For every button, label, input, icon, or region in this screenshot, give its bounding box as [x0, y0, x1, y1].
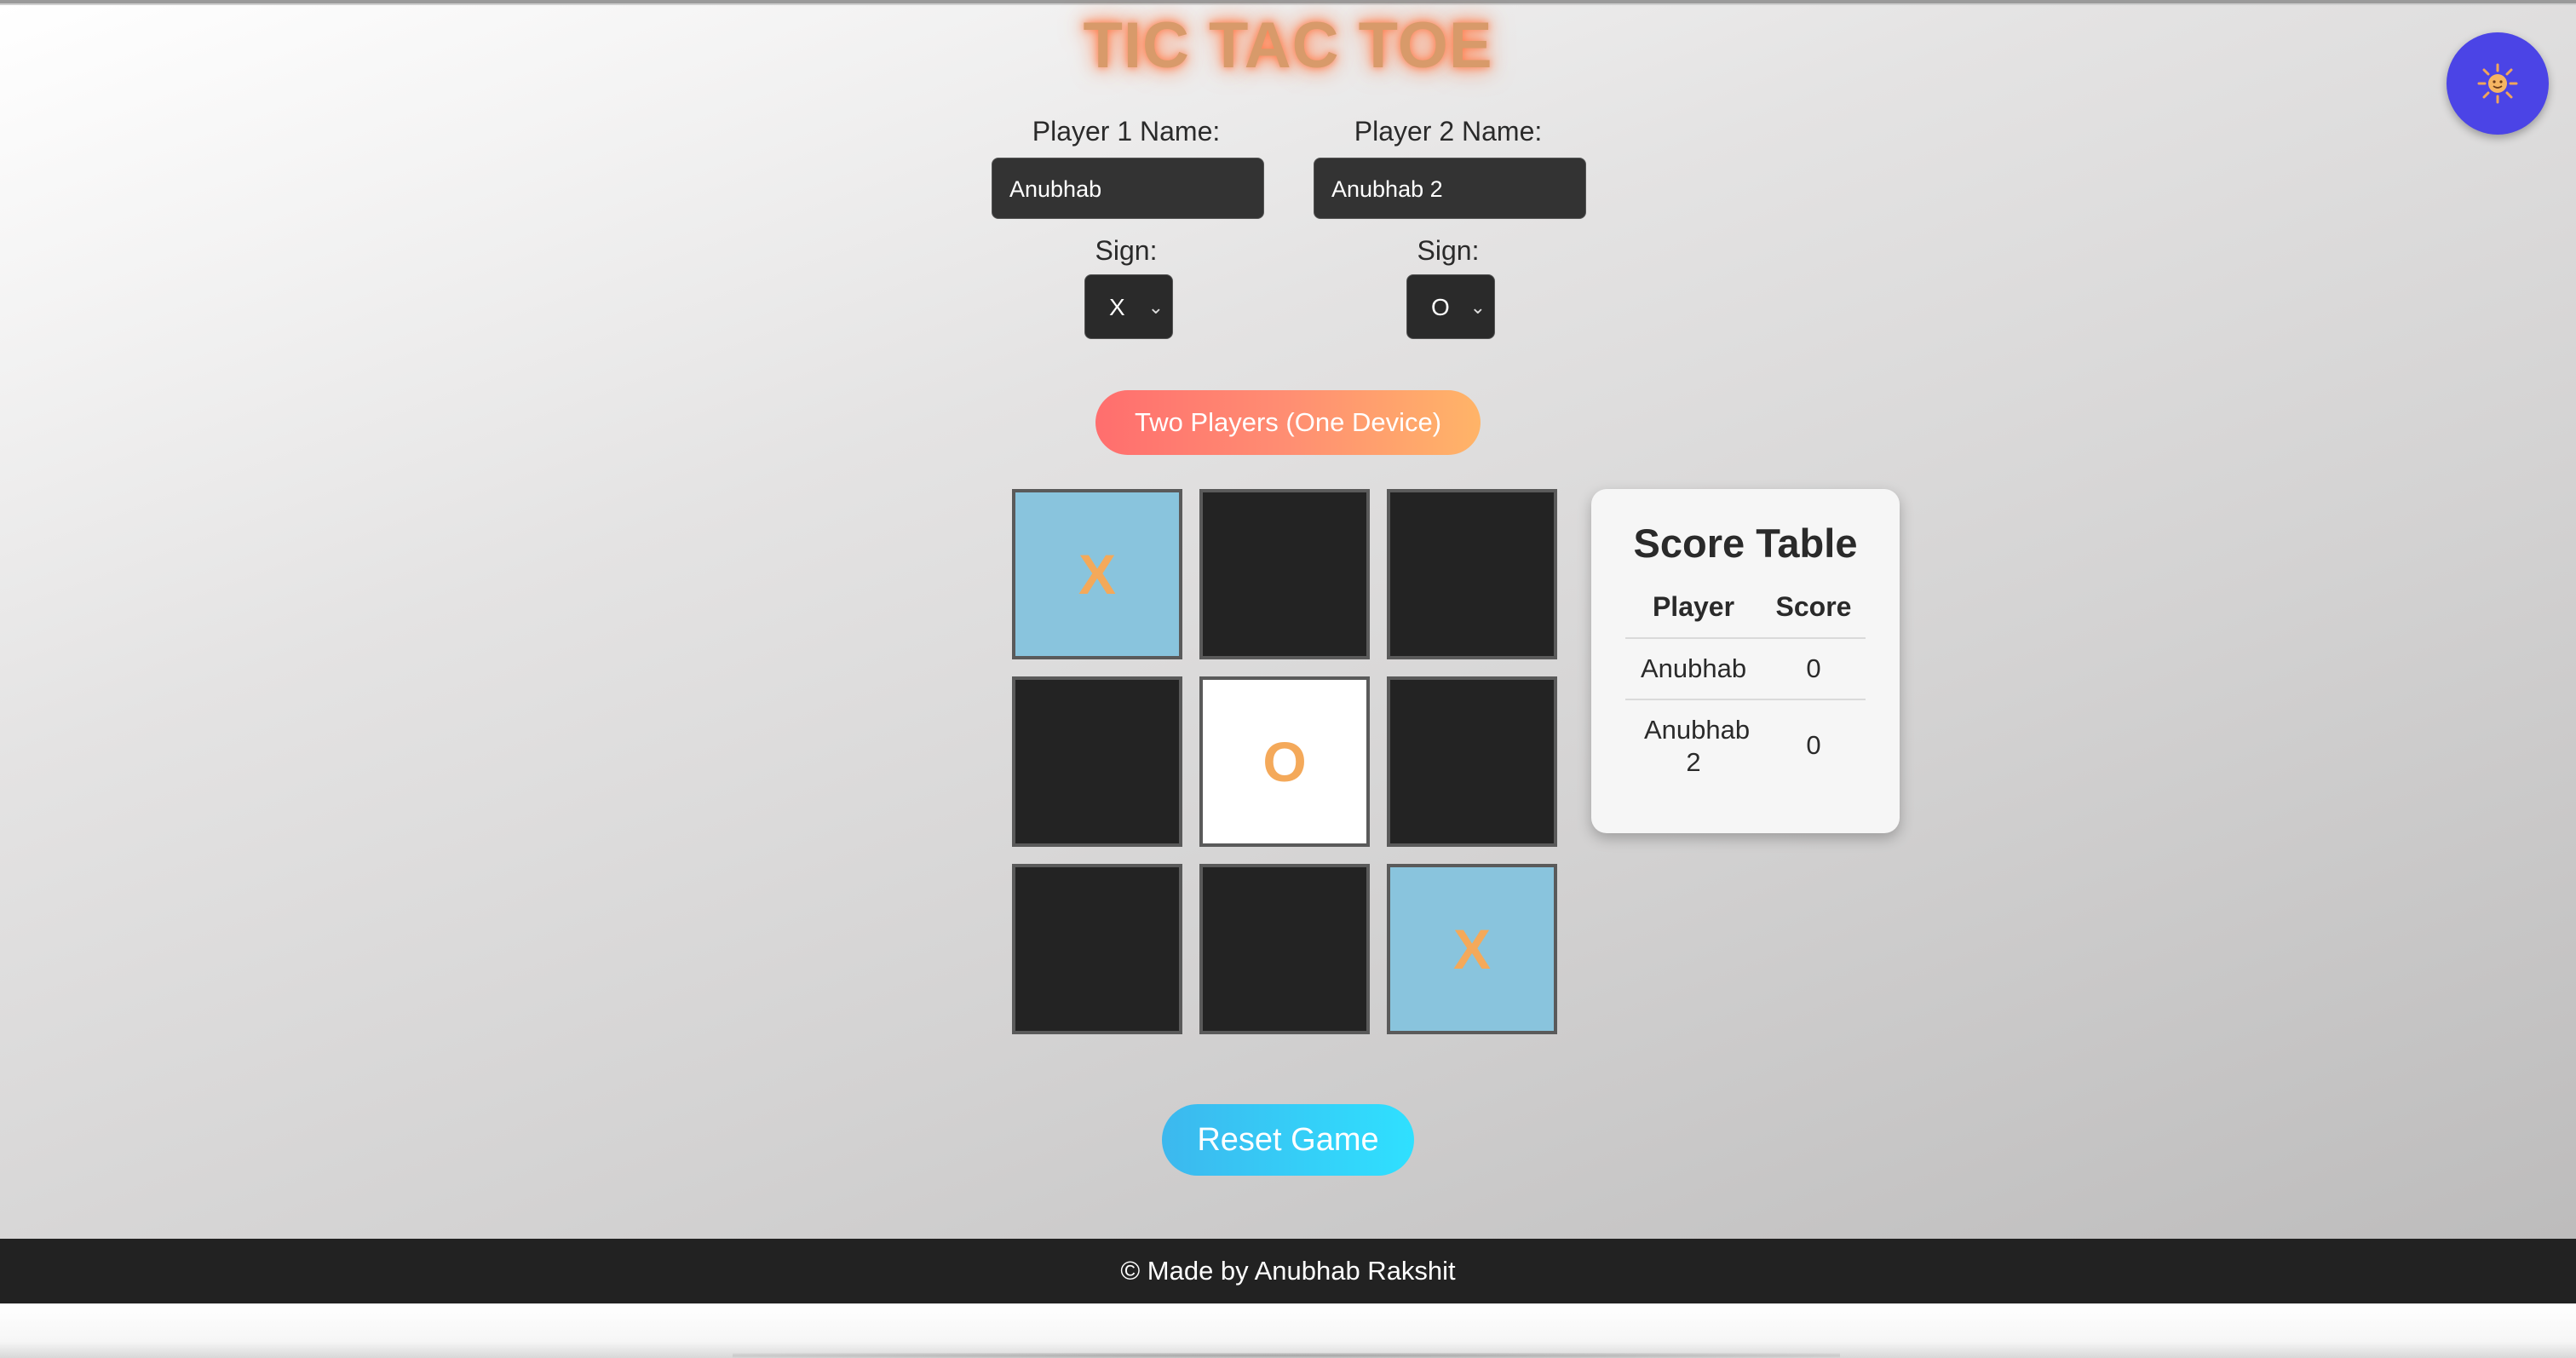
score-table-card: Score Table Player Score Anubhab 0 Anubh…	[1591, 489, 1900, 833]
score-row-player: Anubhab	[1640, 653, 1747, 683]
board-cell-2-1[interactable]	[1199, 864, 1370, 1034]
player2-sign-value: O	[1431, 294, 1450, 320]
score-row-player: Anubhab 2	[1644, 715, 1751, 777]
theme-toggle-button[interactable]	[2447, 32, 2549, 135]
board-cell-1-0[interactable]	[1012, 676, 1182, 847]
board-cell-2-2[interactable]: X	[1387, 864, 1557, 1034]
game-title: TIC TAC TOE	[1083, 9, 1493, 82]
score-divider	[1625, 699, 1866, 700]
player2-sign-select[interactable]: O ⌄	[1406, 274, 1495, 339]
game-mode-button[interactable]: Two Players (One Device)	[1095, 390, 1481, 455]
score-header-score: Score	[1775, 591, 1852, 622]
board-cell-0-0[interactable]: X	[1012, 489, 1182, 659]
player2-name-label: Player 2 Name:	[1354, 116, 1543, 147]
chevron-down-icon: ⌄	[1469, 296, 1486, 318]
score-table-title: Score Table	[1633, 521, 1858, 566]
player1-name-input[interactable]: Anubhab	[992, 158, 1264, 219]
reset-game-button[interactable]: Reset Game	[1162, 1104, 1414, 1176]
player1-sign-label: Sign:	[1095, 235, 1158, 266]
board-cell-1-2[interactable]	[1387, 676, 1557, 847]
chevron-down-icon: ⌄	[1147, 296, 1164, 318]
sun-icon	[2477, 63, 2518, 104]
bottom-shadow	[733, 1353, 1840, 1358]
player1-name-label: Player 1 Name:	[1032, 116, 1221, 147]
board-cell-1-1[interactable]: O	[1199, 676, 1370, 847]
top-edge	[0, 0, 2576, 3]
board-cell-0-2[interactable]	[1387, 489, 1557, 659]
player1-sign-select[interactable]: X ⌄	[1084, 274, 1173, 339]
bottom-strip	[0, 1303, 2576, 1358]
player1-sign-value: X	[1109, 294, 1125, 320]
footer: © Made by Anubhab Rakshit	[0, 1239, 2576, 1303]
score-divider	[1625, 637, 1866, 639]
score-row-score: 0	[1806, 730, 1821, 760]
player2-name-input[interactable]: Anubhab 2	[1314, 158, 1586, 219]
score-row-score: 0	[1806, 653, 1821, 683]
board-cell-2-0[interactable]	[1012, 864, 1182, 1034]
player2-sign-label: Sign:	[1417, 235, 1480, 266]
score-header-player: Player	[1652, 591, 1735, 622]
board-cell-0-1[interactable]	[1199, 489, 1370, 659]
